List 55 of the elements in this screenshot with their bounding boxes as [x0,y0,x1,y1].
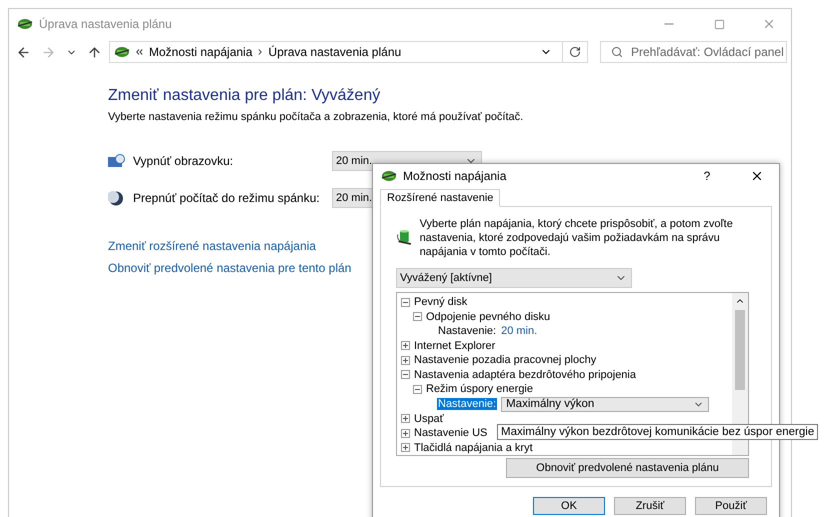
tree-item[interactable]: Nastavenia adaptéra bezdrôtového pripojenia [414,368,636,381]
page-subtitle: Vyberte nastavenia režimu spánku počítača a zobrazenia, ktoré má používať počítač. [108,111,524,123]
collapse-icon[interactable] [413,384,422,394]
tooltip: Maximálny výkon bezdrôtovej komunikácie bez úspor energie [497,424,818,440]
chevron-right-icon [258,49,262,55]
tree-item[interactable]: Internet Explorer [414,340,496,352]
breadcrumb[interactable]: Úprava nastavenia plánu [268,45,402,59]
tree-item[interactable]: Uspať [414,412,444,425]
restore-defaults-button[interactable]: Obnoviť predvolené nastavenia plánu [506,458,749,478]
tab[interactable]: Rozšírené nastavenie [380,189,500,207]
tree-item[interactable]: Nastavenie pozadia pracovnej plochy [414,354,596,366]
tree-item[interactable]: Tlačidlá napájania a kryt [414,442,533,454]
maximize-icon [714,18,724,30]
close-icon [762,17,776,31]
moon-icon [108,190,125,206]
setting-label: Vypnúť obrazovku: [133,154,234,168]
refresh-button[interactable] [562,41,588,63]
monitor-clock-icon [108,154,125,168]
setting-dropdown[interactable]: Maximálny výkon [501,396,710,412]
forward-arrow-icon [41,44,56,60]
breadcrumb[interactable]: Možnosti napájania [149,45,252,59]
power-plan-icon [114,45,130,59]
close-icon [750,169,764,183]
collapse-icon[interactable] [413,312,422,322]
collapse-icon[interactable] [401,370,410,380]
expand-icon[interactable] [401,428,410,438]
page-heading: Zmeniť nastavenia pre plán: Vyvážený [108,87,382,105]
setting-label: Prepnúť počítač do režimu spánku: [133,191,321,205]
setting-label: Nastavenie: [437,325,498,338]
expand-icon[interactable] [401,443,410,452]
address-bar[interactable]: Možnosti napájania Úprava nastavenia plánu [109,41,563,63]
power-plan-icon [17,17,33,31]
tree-item[interactable]: Režim úspory energie [426,383,533,396]
double-chevron-icon [136,49,143,55]
setting-label: Nastavenie: [437,398,498,410]
intro-text: Vyberte plán napájania, ktorý chcete prispôsobiť, a potom zvoľte nastavenia, ktoré zodpovedajú vašim požiadavkám na správu napájania v tomto počítači. [420,217,734,259]
refresh-icon [569,46,581,58]
collapse-icon[interactable] [401,298,410,307]
search-icon [611,46,623,58]
window-title: Úprava nastavenia plánu [39,17,173,31]
tree-item[interactable]: Pevný disk [414,296,468,308]
search-field[interactable]: Prehľadávať: Ovládací panel [600,41,787,63]
help-button[interactable]: ? [685,161,729,191]
expand-icon[interactable] [401,414,410,424]
plan-dropdown[interactable]: Vyvážený [aktívne] [396,268,632,288]
expand-icon[interactable] [401,341,410,350]
dialog-button[interactable]: OK [533,497,605,515]
dialog-button[interactable]: Zrušiť [614,497,686,515]
tree-item[interactable]: Odpojenie pevného disku [426,310,550,323]
expand-icon[interactable] [401,356,410,365]
dialog-button[interactable]: Použiť [695,497,767,515]
tree-item[interactable]: Nastavenie US [414,427,488,440]
dialog-title: Možnosti napájania [403,169,508,183]
power-plan-icon [381,169,397,183]
setting-value[interactable]: 20 min. [501,325,538,338]
